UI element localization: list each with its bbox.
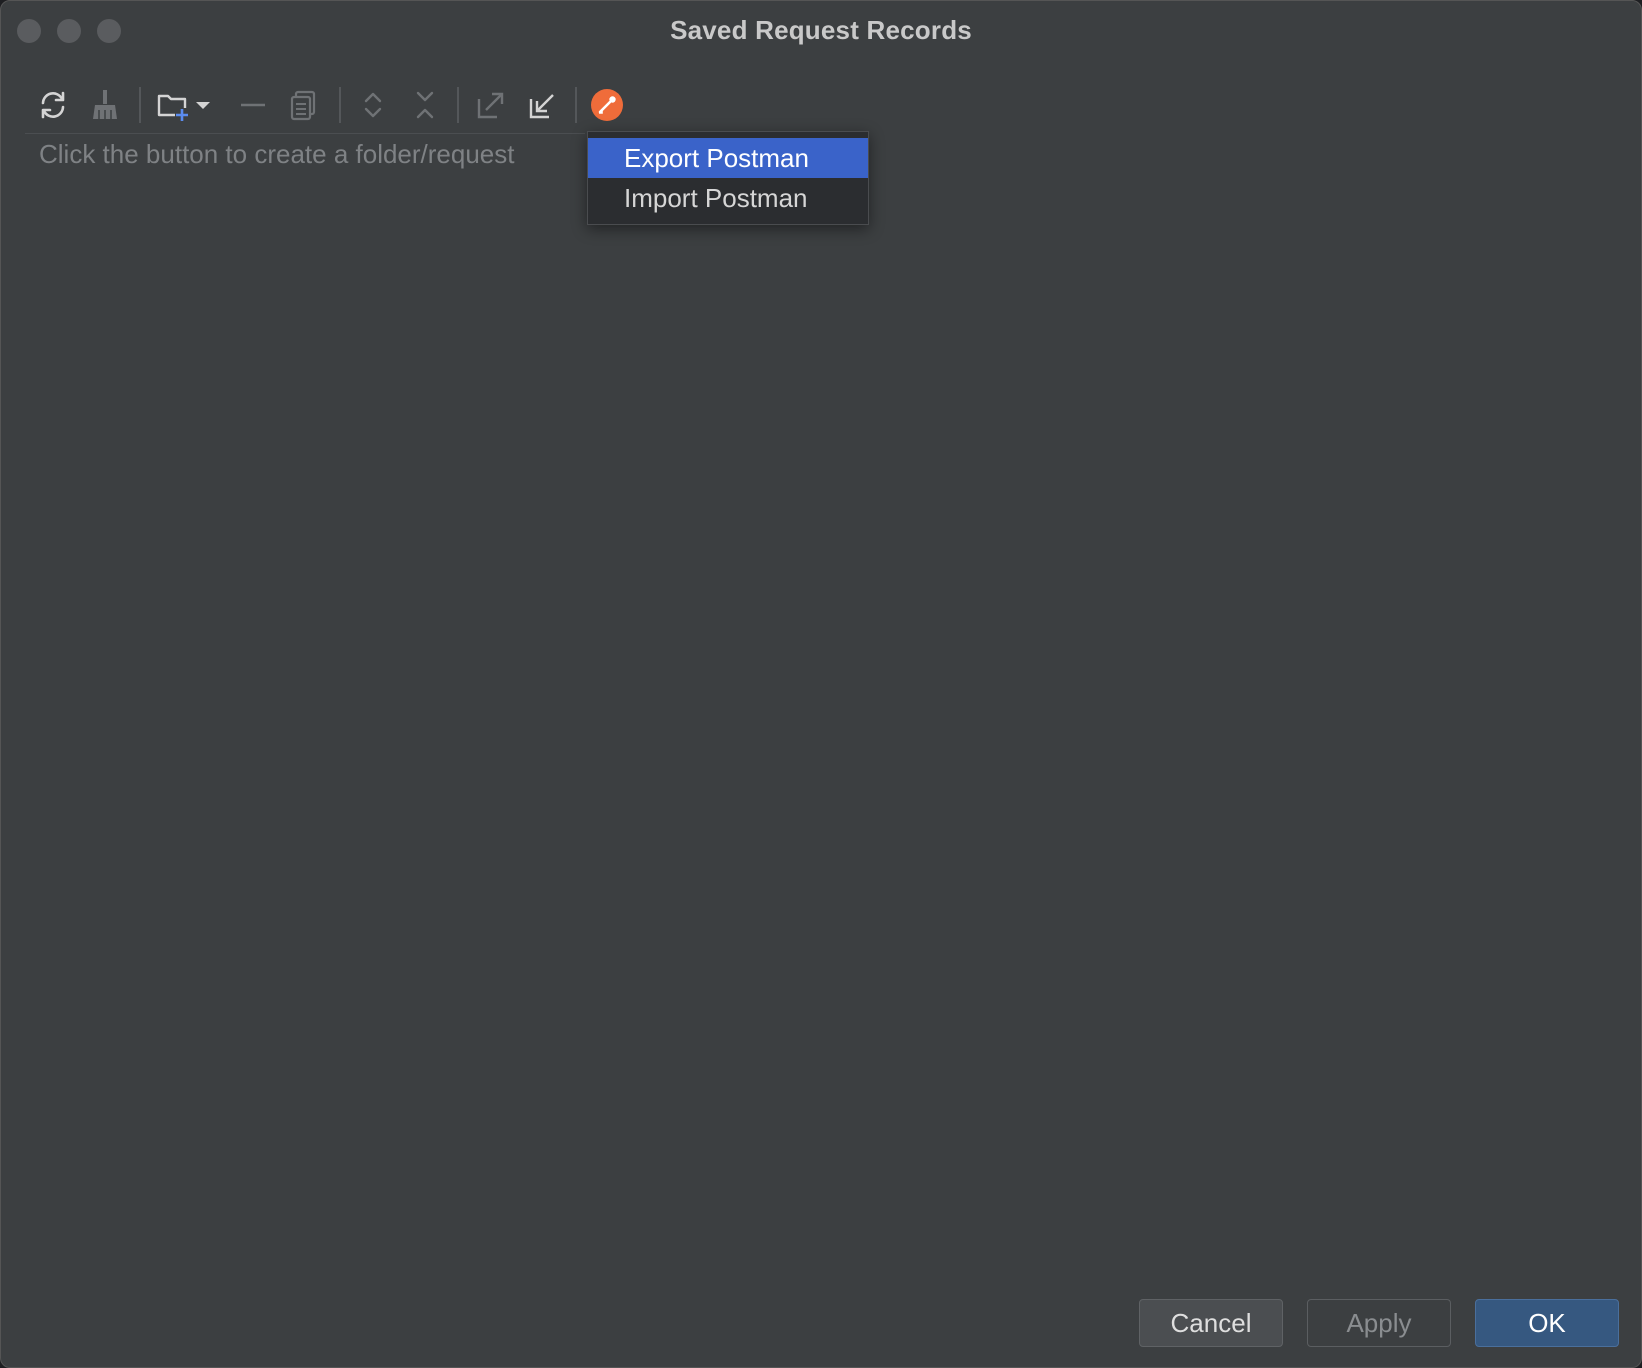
collapse-all-button[interactable]	[403, 83, 447, 127]
apply-button[interactable]: Apply	[1307, 1299, 1451, 1347]
new-item-dropdown-button[interactable]	[189, 83, 217, 127]
dialog-window: Saved Request Records Click the button t…	[0, 0, 1642, 1368]
postman-popup-menu: Export Postman Import Postman	[587, 131, 869, 225]
new-folder-icon	[157, 94, 189, 122]
toolbar-divider	[25, 133, 585, 134]
import-icon	[529, 94, 554, 119]
cancel-button[interactable]: Cancel	[1139, 1299, 1283, 1347]
remove-button[interactable]	[231, 83, 275, 127]
empty-tree-text: Click the button to create a folder/requ…	[39, 139, 515, 169]
toolbar	[25, 79, 645, 131]
refresh-button[interactable]	[31, 83, 75, 127]
expand-all-icon	[364, 92, 382, 118]
refresh-icon	[41, 91, 65, 119]
import-button[interactable]	[521, 83, 565, 127]
postman-button[interactable]	[585, 83, 629, 127]
clean-icon	[93, 90, 117, 119]
remove-icon	[241, 103, 265, 107]
toolbar-separator	[457, 87, 459, 123]
export-button[interactable]	[469, 83, 513, 127]
window-title: Saved Request Records	[670, 15, 972, 45]
clean-button[interactable]	[83, 83, 127, 127]
menu-item-import-postman[interactable]: Import Postman	[588, 178, 868, 218]
export-icon	[477, 92, 504, 119]
toolbar-separator	[339, 87, 341, 123]
menu-item-export-postman[interactable]: Export Postman	[588, 138, 868, 178]
copy-icon	[290, 90, 316, 121]
title-bar: Saved Request Records	[1, 1, 1641, 61]
collapse-all-icon	[416, 91, 434, 119]
chevron-down-icon	[196, 102, 210, 109]
toolbar-separator	[139, 87, 141, 123]
ok-button[interactable]: OK	[1475, 1299, 1619, 1347]
postman-icon	[591, 89, 623, 121]
copy-button[interactable]	[281, 83, 325, 127]
toolbar-separator	[575, 87, 577, 123]
expand-all-button[interactable]	[351, 83, 395, 127]
